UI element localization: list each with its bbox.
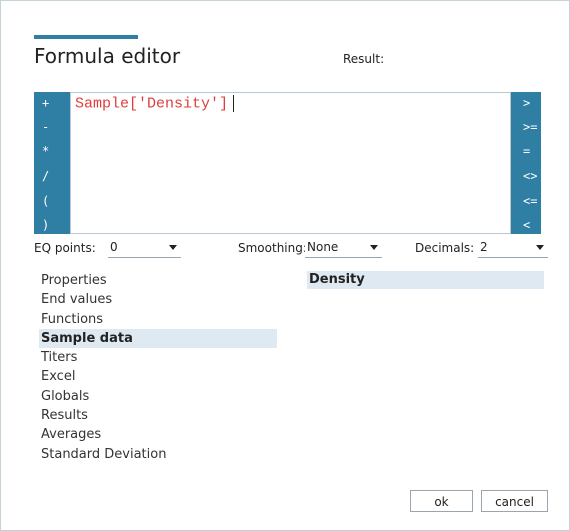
- operator-column-right: > >= = <> <= <: [511, 92, 541, 234]
- category-list: Properties End values Functions Sample d…: [39, 271, 277, 464]
- smoothing-label: Smoothing:: [238, 241, 307, 255]
- operator-multiply-button[interactable]: *: [34, 142, 70, 160]
- category-item-functions[interactable]: Functions: [39, 310, 277, 329]
- formula-editor-dialog: Formula editor Result: + - * / ( ) Sampl…: [0, 0, 570, 531]
- operator-not-equal-button[interactable]: <>: [511, 167, 541, 185]
- formula-text: Sample['Density']: [75, 95, 235, 113]
- operator-equal-button[interactable]: =: [511, 142, 541, 160]
- decimals-label: Decimals:: [415, 241, 475, 255]
- operator-less-button[interactable]: <: [511, 216, 541, 234]
- options-row: EQ points: 0 Smoothing: None Decimals: 2: [1, 237, 570, 261]
- operator-open-paren-button[interactable]: (: [34, 192, 70, 210]
- operator-less-equal-button[interactable]: <=: [511, 192, 541, 210]
- text-caret: [233, 95, 235, 112]
- eq-points-label: EQ points:: [34, 241, 96, 255]
- category-item-properties[interactable]: Properties: [39, 271, 277, 290]
- dialog-title: Formula editor: [34, 44, 181, 68]
- operator-minus-button[interactable]: -: [34, 118, 70, 136]
- operator-greater-button[interactable]: >: [511, 94, 541, 112]
- chevron-down-icon: [169, 245, 177, 250]
- category-item-sample-data[interactable]: Sample data: [39, 328, 277, 349]
- result-label: Result:: [343, 52, 385, 66]
- operator-column-left: + - * / ( ): [34, 92, 70, 234]
- category-item-standard-deviation[interactable]: Standard Deviation: [39, 445, 277, 464]
- eq-points-value: 0: [110, 240, 118, 254]
- category-item-globals[interactable]: Globals: [39, 387, 277, 406]
- value-item-density[interactable]: Density: [307, 271, 544, 289]
- category-item-excel[interactable]: Excel: [39, 367, 277, 386]
- operator-divide-button[interactable]: /: [34, 167, 70, 185]
- formula-input[interactable]: Sample['Density']: [70, 92, 511, 234]
- decimals-select[interactable]: 2: [478, 237, 548, 258]
- eq-points-select[interactable]: 0: [108, 237, 181, 258]
- category-item-titers[interactable]: Titers: [39, 348, 277, 367]
- operator-greater-equal-button[interactable]: >=: [511, 118, 541, 136]
- chevron-down-icon: [536, 245, 544, 250]
- formula-editor-area: + - * / ( ) Sample['Density'] > >= = <> …: [34, 92, 541, 234]
- cancel-button[interactable]: cancel: [481, 490, 548, 512]
- value-list: Density: [307, 271, 544, 289]
- smoothing-value: None: [307, 240, 339, 254]
- title-accent-bar: [34, 35, 138, 39]
- category-item-end-values[interactable]: End values: [39, 290, 277, 309]
- decimals-value: 2: [480, 240, 488, 254]
- formula-value: Sample['Density']: [75, 95, 229, 113]
- ok-button[interactable]: ok: [410, 490, 473, 512]
- category-item-results[interactable]: Results: [39, 406, 277, 425]
- operator-plus-button[interactable]: +: [34, 94, 70, 112]
- smoothing-select[interactable]: None: [305, 237, 382, 258]
- operator-close-paren-button[interactable]: ): [34, 216, 70, 234]
- chevron-down-icon: [370, 245, 378, 250]
- category-item-averages[interactable]: Averages: [39, 425, 277, 444]
